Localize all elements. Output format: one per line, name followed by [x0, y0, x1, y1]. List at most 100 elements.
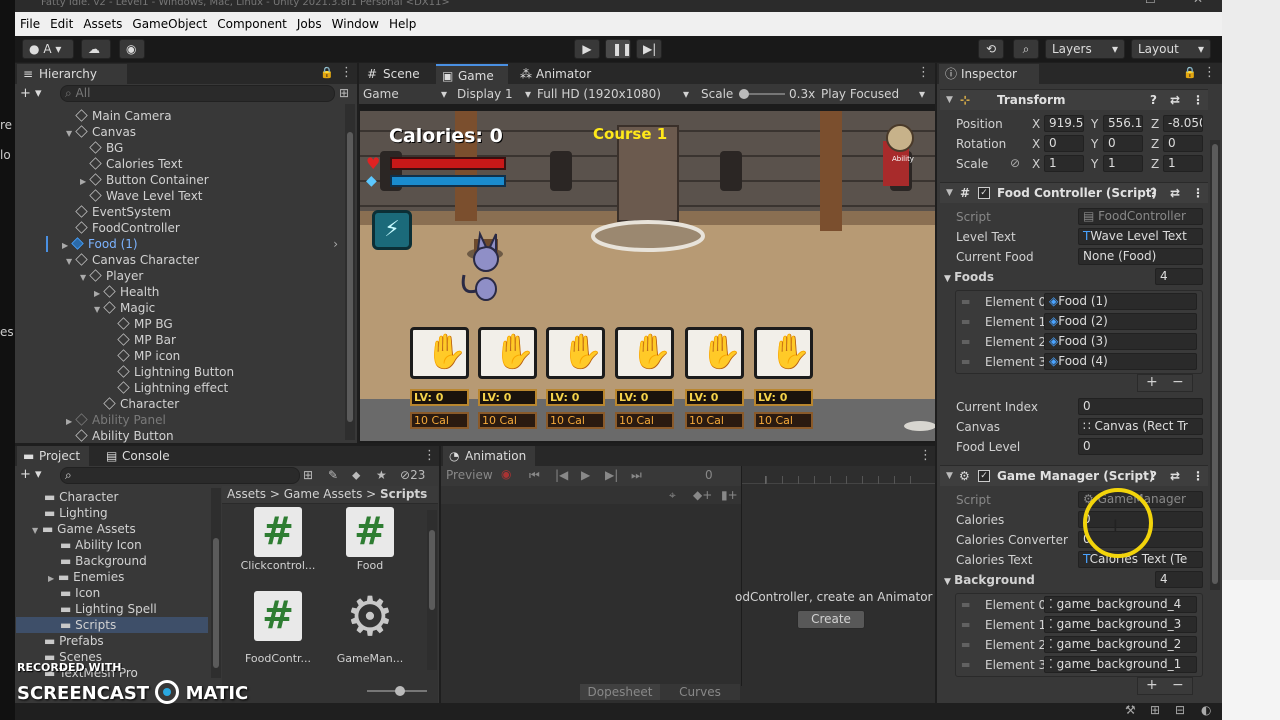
filter-icon[interactable]: ⌖ — [669, 488, 676, 503]
menu-edit[interactable]: Edit — [45, 12, 78, 36]
preset-icon[interactable]: ⇄ — [1170, 183, 1180, 203]
current-index-field[interactable]: 0 — [1078, 398, 1203, 415]
folder-scrollbar[interactable] — [211, 488, 221, 678]
layers-dropdown[interactable]: Layers ▾ — [1045, 39, 1125, 59]
element-field[interactable]: ◈Food (1) — [1044, 293, 1197, 310]
menu-file[interactable]: File — [15, 12, 45, 36]
food-slot[interactable]: ✋ — [754, 327, 813, 379]
link-icon[interactable]: ⊘ — [1010, 156, 1020, 170]
element-field[interactable]: ⁚ game_background_4 — [1044, 596, 1197, 613]
current-food-field[interactable]: None (Food) — [1078, 248, 1203, 265]
menu-dots-icon[interactable]: ⋮ — [917, 65, 930, 80]
element-field[interactable]: ◈Food (2) — [1044, 313, 1197, 330]
last-key-icon[interactable]: ⏭ — [631, 468, 642, 483]
hierarchy-item[interactable]: Ability Button — [66, 428, 342, 444]
position-z-field[interactable]: -8.050 — [1163, 115, 1203, 132]
drag-handle-icon[interactable]: ═ — [962, 657, 969, 673]
menu-window[interactable]: Window — [327, 12, 384, 36]
menu-component[interactable]: Component — [212, 12, 292, 36]
pause-button[interactable]: ❚❚ — [605, 39, 632, 59]
food-controller-header[interactable]: ▼ # ✓ Food Controller (Script) ? ⇄ ⋮ — [940, 182, 1208, 203]
cloud-button[interactable]: ☁ — [81, 39, 111, 59]
tab-curves[interactable]: Curves — [660, 684, 740, 700]
add-element-button[interactable]: + — [1146, 678, 1158, 692]
filter-type-icon[interactable]: ⊞ — [303, 468, 313, 482]
menu-dots-icon[interactable]: ⋮ — [423, 448, 436, 463]
tab-project[interactable]: ▬ Project — [17, 446, 89, 466]
label-icon[interactable]: ✎ — [328, 468, 338, 482]
folder-item[interactable]: ▼ ▬ Game Assets — [32, 521, 136, 537]
folder-item[interactable]: ▬ Character — [44, 489, 118, 505]
slider-thumb[interactable] — [739, 89, 749, 99]
menu-dots-icon[interactable]: ⋮ — [1192, 90, 1204, 110]
remove-element-button[interactable]: − — [1172, 678, 1184, 692]
step-button[interactable]: ▶| — [636, 39, 662, 59]
expanded-icon[interactable]: ▼ — [32, 523, 42, 539]
help-icon[interactable]: ? — [1150, 466, 1157, 486]
drag-handle-icon[interactable]: ═ — [962, 617, 969, 633]
menu-assets[interactable]: Assets — [78, 12, 127, 36]
play-focused-dropdown[interactable]: Play Focused ▾ — [821, 86, 927, 102]
scale-x-field[interactable]: 1 — [1044, 155, 1084, 172]
play-icon[interactable]: ▶ — [581, 468, 590, 482]
preview-toggle[interactable]: Preview — [446, 468, 493, 482]
folder-item[interactable]: ▬ Lighting Spell — [60, 601, 157, 617]
add-key-icon[interactable]: ◆+ — [693, 488, 712, 502]
hierarchy-search-input[interactable]: ⌕ All — [60, 85, 335, 102]
hidden-packages-toggle[interactable]: ⊘23 — [400, 468, 425, 482]
create-animator-button[interactable]: Create — [797, 610, 865, 629]
menu-jobs[interactable]: Jobs — [292, 12, 327, 36]
element-field[interactable]: ◈Food (4) — [1044, 353, 1197, 370]
foods-foldout[interactable]: ▼ Foods — [944, 269, 994, 287]
asset-scrollbar[interactable] — [427, 510, 437, 670]
expanded-icon[interactable]: ▼ — [94, 302, 104, 318]
tab-hierarchy[interactable]: ≡ Hierarchy — [17, 64, 127, 84]
game-view[interactable]: Ability Calories: 0 Course 1 ♥ ◆ ⚡ ✋ ✋ ✋… — [360, 111, 935, 441]
menu-gameobject[interactable]: GameObject — [127, 12, 212, 36]
breadcrumb-item[interactable]: Assets — [227, 487, 266, 501]
food-slot[interactable]: ✋ — [685, 327, 744, 379]
chevron-right-icon[interactable]: › — [333, 236, 338, 252]
element-field[interactable]: ⁚ game_background_1 — [1044, 656, 1197, 673]
scale-y-field[interactable]: 1 — [1103, 155, 1143, 172]
lightning-button[interactable]: ⚡ — [372, 210, 412, 250]
scale-slider[interactable] — [739, 89, 785, 99]
folder-item[interactable]: ▬ Prefabs — [44, 633, 104, 649]
play-button[interactable]: ▶ — [574, 39, 600, 59]
foods-size-field[interactable]: 4 — [1155, 268, 1203, 285]
slider-thumb[interactable] — [395, 686, 405, 696]
drag-handle-icon[interactable]: ═ — [962, 334, 969, 350]
element-field[interactable]: ⁚ game_background_3 — [1044, 616, 1197, 633]
scroll-thumb[interactable] — [347, 132, 353, 422]
hierarchy-item-selected[interactable]: ▶ Food (1) › — [44, 236, 342, 252]
hierarchy-item[interactable]: MP BG — [108, 316, 342, 332]
hierarchy-scrollbar[interactable] — [345, 104, 355, 440]
tab-console[interactable]: ▤ Console — [100, 446, 180, 466]
folder-item[interactable]: ▬ Ability Icon — [60, 537, 142, 553]
expanded-icon[interactable]: ▼ — [80, 270, 90, 286]
folder-item[interactable]: ▬ Background — [60, 553, 147, 569]
hierarchy-item[interactable]: Main Camera — [66, 108, 342, 124]
calories-text-field[interactable]: TCalories Text (Te — [1078, 551, 1203, 568]
rotation-z-field[interactable]: 0 — [1163, 135, 1203, 152]
preset-icon[interactable]: ⇄ — [1170, 466, 1180, 486]
maximize-icon[interactable]: ☐ — [1145, 0, 1156, 5]
hierarchy-item-inactive[interactable]: ▶ Ability Panel — [66, 412, 342, 428]
history-button[interactable]: ⟲ — [978, 39, 1004, 59]
script-file-icon[interactable]: # — [254, 507, 302, 557]
collapsed-icon[interactable]: ▶ — [48, 571, 58, 587]
layout-dropdown[interactable]: Layout ▾ — [1131, 39, 1211, 59]
search-button[interactable]: ⌕ — [1013, 39, 1039, 59]
debug-icon[interactable]: ⚒ — [1125, 703, 1136, 717]
level-text-field[interactable]: TWave Level Text — [1078, 228, 1203, 245]
hierarchy-item[interactable]: Character — [94, 396, 342, 412]
cache-icon[interactable]: ⊟ — [1175, 703, 1185, 717]
hierarchy-item[interactable]: MP Bar — [108, 332, 342, 348]
record-icon[interactable]: ◉ — [501, 467, 511, 481]
timeline-ruler[interactable] — [741, 466, 935, 484]
remove-element-button[interactable]: − — [1172, 375, 1184, 389]
tab-scene[interactable]: # Scene — [361, 64, 435, 84]
inspector-scrollbar[interactable] — [1210, 140, 1220, 590]
hierarchy-item[interactable]: ▼ Magic — [94, 300, 342, 316]
resolution-dropdown[interactable]: Full HD (1920x1080) ▾ — [537, 86, 691, 102]
